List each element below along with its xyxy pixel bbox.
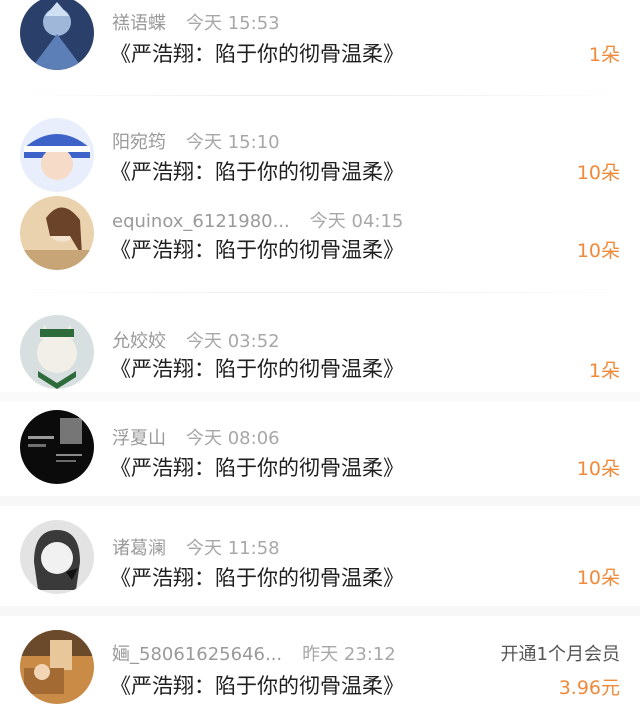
divider: [0, 606, 640, 616]
girl-avatar-icon[interactable]: [20, 196, 94, 270]
gift-amount: 1朵: [588, 44, 620, 66]
room-avatar-icon[interactable]: [20, 630, 94, 704]
membership-label: 开通1个月会员: [500, 644, 620, 665]
grey-girl-avatar-icon[interactable]: [20, 520, 94, 594]
list-item[interactable]: equinox_6121980... 今天 04:15 《严浩翔：陷于你的彻骨温柔…: [0, 196, 640, 288]
divider: [0, 95, 640, 96]
book-title[interactable]: 《严浩翔：陷于你的彻骨温柔》: [110, 562, 404, 592]
book-title[interactable]: 《严浩翔：陷于你的彻骨温柔》: [110, 234, 404, 264]
book-title[interactable]: 《严浩翔：陷于你的彻骨温柔》: [110, 452, 404, 482]
sender-name: 禚语蝶 今天 15:53: [112, 13, 280, 34]
send-time: 昨天 23:12: [302, 644, 396, 665]
list-item[interactable]: 婳_58061625646... 昨天 23:12 《严浩翔：陷于你的彻骨温柔》 …: [0, 630, 640, 726]
book-title[interactable]: 《严浩翔：陷于你的彻骨温柔》: [110, 38, 404, 68]
send-time: 今天 04:15: [309, 211, 404, 232]
send-time: 今天 11:58: [186, 538, 280, 559]
list-item[interactable]: 诸葛澜 今天 11:58 《严浩翔：陷于你的彻骨温柔》 10朵: [0, 520, 640, 606]
gift-amount: 10朵: [576, 240, 620, 262]
gift-amount: 1朵: [588, 360, 620, 382]
gift-amount: 10朵: [576, 567, 620, 589]
list-item[interactable]: 阳宛筠 今天 15:10 《严浩翔：陷于你的彻骨温柔》 10朵: [0, 118, 640, 192]
send-time: 今天 15:10: [186, 132, 280, 153]
book-title[interactable]: 《严浩翔：陷于你的彻骨温柔》: [110, 156, 404, 186]
sender-name: 婳_58061625646... 昨天 23:12: [112, 644, 396, 665]
gift-amount: 3.96元: [558, 677, 620, 699]
book-title[interactable]: 《严浩翔：陷于你的彻骨温柔》: [110, 670, 404, 700]
knight-avatar-icon[interactable]: [20, 0, 94, 70]
list-item[interactable]: 允姣姣 今天 03:52 《严浩翔：陷于你的彻骨温柔》 1朵: [0, 315, 640, 393]
dark-poster-avatar-icon[interactable]: [20, 410, 94, 484]
divider: [0, 292, 640, 293]
sender-name: 允姣姣 今天 03:52: [112, 331, 280, 352]
cat-avatar-icon[interactable]: [20, 315, 94, 389]
list-item[interactable]: 浮夏山 今天 08:06 《严浩翔：陷于你的彻骨温柔》 10朵: [0, 410, 640, 496]
send-time: 今天 08:06: [186, 428, 280, 449]
gift-amount: 10朵: [576, 162, 620, 184]
sender-name: 诸葛澜 今天 11:58: [112, 538, 280, 559]
divider: [0, 496, 640, 506]
sender-name: equinox_6121980... 今天 04:15: [112, 211, 404, 232]
divider: [0, 392, 640, 402]
book-title[interactable]: 《严浩翔：陷于你的彻骨温柔》: [110, 353, 404, 383]
sender-name: 浮夏山 今天 08:06: [112, 428, 280, 449]
sender-name: 阳宛筠 今天 15:10: [112, 132, 280, 153]
gift-amount: 10朵: [576, 458, 620, 480]
kid-avatar-icon[interactable]: [20, 118, 94, 192]
send-time: 今天 15:53: [186, 13, 280, 34]
send-time: 今天 03:52: [186, 331, 280, 352]
list-item[interactable]: 禚语蝶 今天 15:53 《严浩翔：陷于你的彻骨温柔》 1朵: [0, 0, 640, 95]
